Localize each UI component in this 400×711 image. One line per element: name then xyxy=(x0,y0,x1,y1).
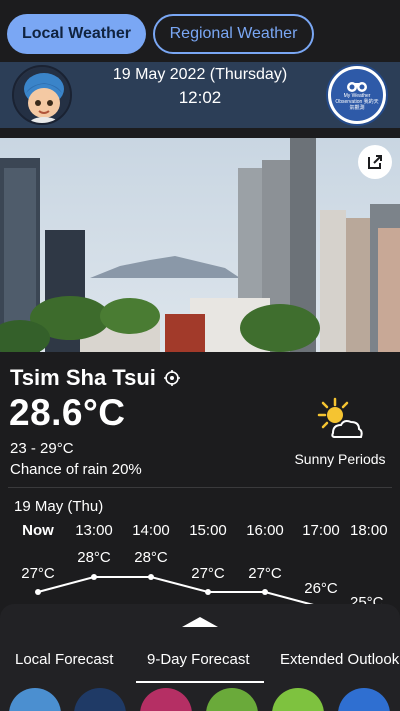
date-time-block: 19 May 2022 (Thursday) 12:02 xyxy=(100,66,300,108)
divider xyxy=(8,487,392,488)
current-time: 12:02 xyxy=(178,88,222,107)
temperature-range: 23 - 29°C xyxy=(10,440,74,457)
header-bar: 19 May 2022 (Thursday) 12:02 My Weather … xyxy=(0,62,400,128)
weather-camera-image[interactable] xyxy=(0,138,400,352)
hour-label: 18:00 xyxy=(350,522,388,539)
weather-condition: Sunny Periods xyxy=(294,451,386,467)
location-row[interactable]: Tsim Sha Tsui xyxy=(10,365,180,391)
hourly-date: 19 May (Thu) xyxy=(14,498,104,515)
hour-label: 15:00 xyxy=(189,522,227,539)
active-tab-indicator xyxy=(136,681,264,683)
temp-point xyxy=(148,574,154,580)
open-external-icon xyxy=(368,155,382,169)
hour-label: 16:00 xyxy=(246,522,284,539)
local-weather-button[interactable]: Local Weather xyxy=(7,14,146,54)
open-external-button[interactable] xyxy=(358,145,392,179)
mascot-avatar[interactable] xyxy=(12,65,72,125)
binoculars-icon: My Weather Observation 我的天氣觀測 xyxy=(331,69,383,121)
hour-label: Now xyxy=(22,522,54,539)
hour-label: 17:00 xyxy=(302,522,340,539)
locate-icon[interactable] xyxy=(163,370,180,386)
sunny-periods-icon xyxy=(317,397,363,438)
temp-point xyxy=(262,589,268,595)
observer-label: My Weather Observation 我的天氣觀測 xyxy=(335,93,379,111)
temp-point xyxy=(35,589,41,595)
my-weather-observation-button[interactable]: My Weather Observation 我的天氣觀測 xyxy=(326,64,388,126)
sheet-handle-icon[interactable] xyxy=(182,617,218,627)
tab-local-forecast[interactable]: Local Forecast xyxy=(15,651,113,668)
current-temperature: 28.6°C xyxy=(9,392,126,433)
current-date: 19 May 2022 (Thursday) xyxy=(112,66,288,83)
temp-point xyxy=(91,574,97,580)
tab-9-day-forecast[interactable]: 9-Day Forecast xyxy=(147,651,250,668)
temp-point xyxy=(205,589,211,595)
weather-app: Local Weather Regional Weather 19 May 20… xyxy=(0,0,400,711)
hour-label: 14:00 xyxy=(132,522,170,539)
rain-chance: Chance of rain 20% xyxy=(10,461,142,478)
hour-label: 13:00 xyxy=(75,522,113,539)
location-name: Tsim Sha Tsui xyxy=(10,365,156,390)
regional-weather-button[interactable]: Regional Weather xyxy=(153,14,314,54)
tab-extended-outlook[interactable]: Extended Outlook xyxy=(280,651,399,668)
weather-mode-toggle: Local Weather Regional Weather xyxy=(0,0,400,62)
